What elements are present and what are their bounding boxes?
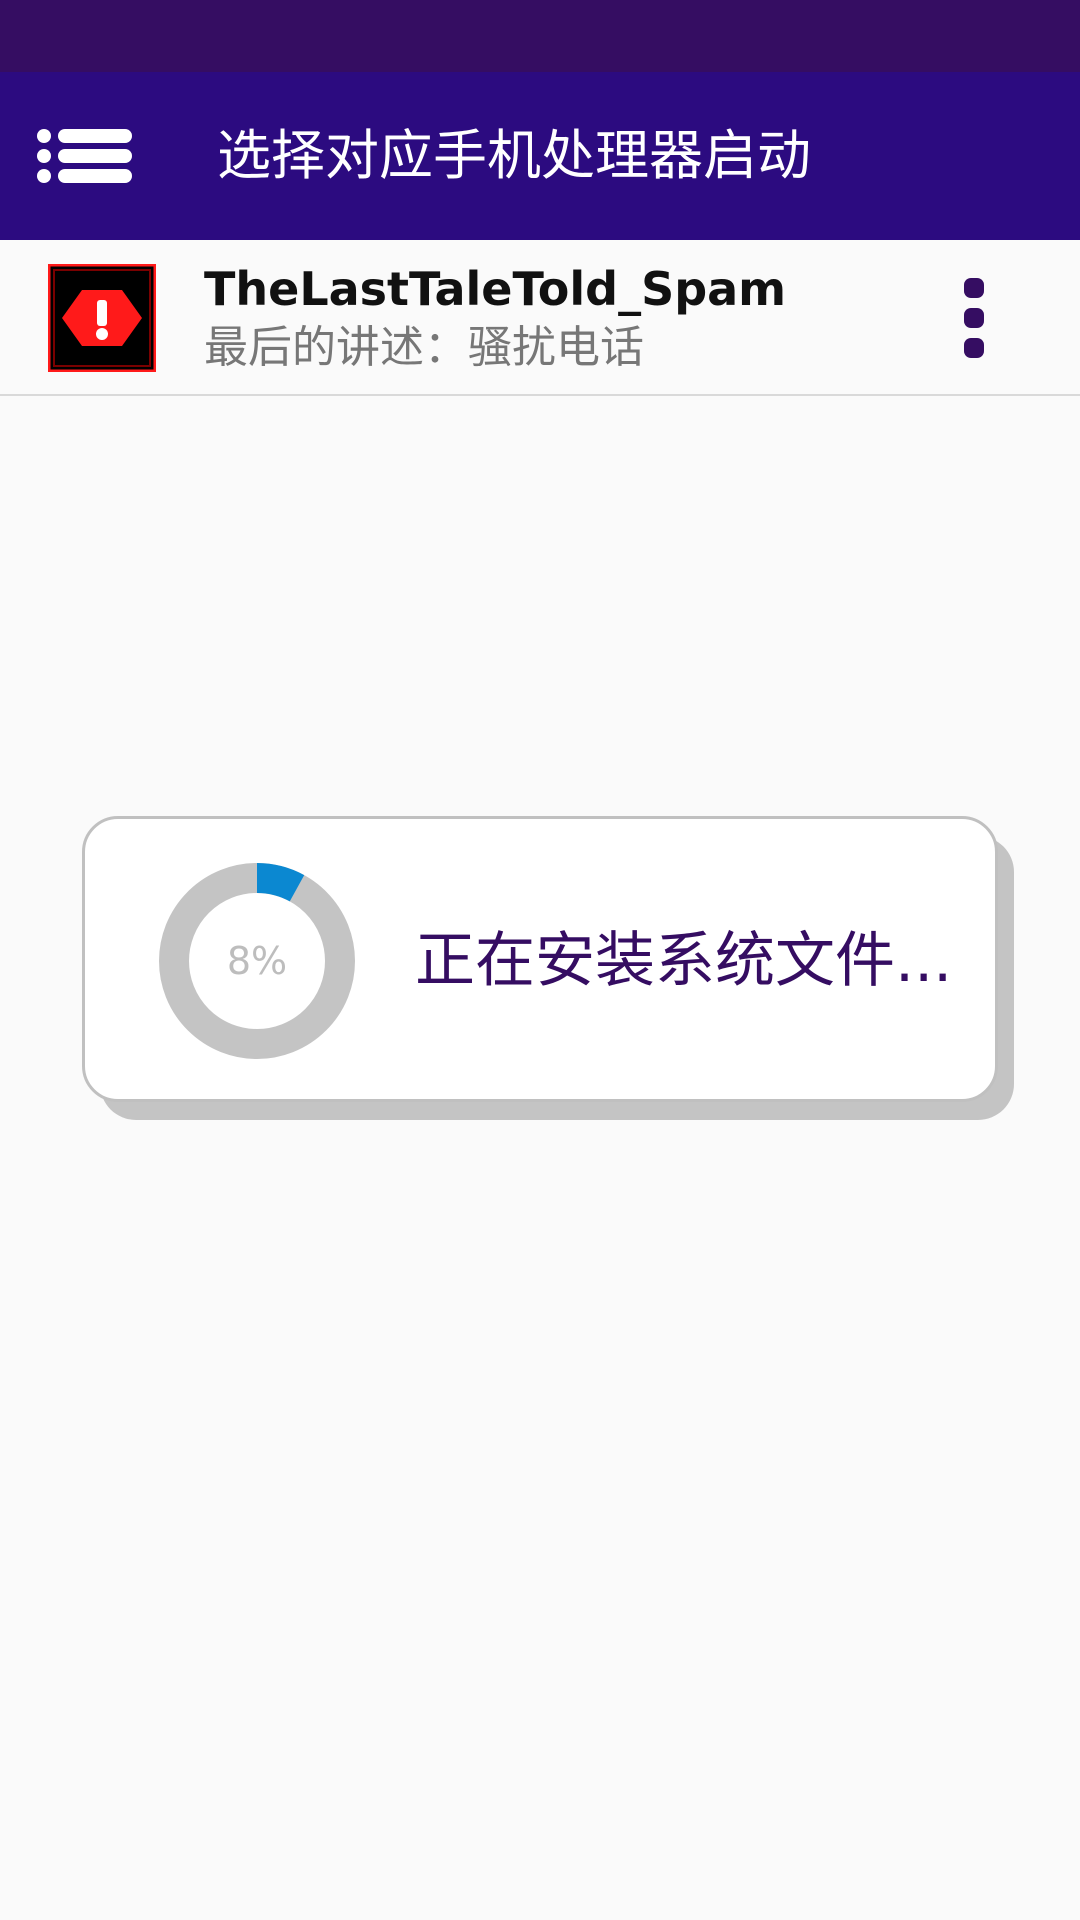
list-menu-icon (37, 129, 132, 183)
progress-dialog: 8% 正在安装系统文件... (82, 816, 998, 1102)
menu-button[interactable] (36, 110, 132, 202)
app-subtitle: 最后的讲述：骚扰电话 (204, 322, 644, 373)
more-vertical-icon (964, 278, 984, 358)
app-list-item[interactable]: TheLastTaleTold_Spam 最后的讲述：骚扰电话 (0, 240, 1080, 396)
page-title: 选择对应手机处理器启动 (217, 124, 811, 187)
app-bar: 选择对应手机处理器启动 (0, 72, 1080, 240)
overflow-menu-button[interactable] (948, 272, 1000, 368)
app-name: TheLastTaleTold_Spam (204, 262, 787, 316)
warning-hexagon-icon (48, 264, 156, 372)
dialog-message: 正在安装系统文件... (415, 926, 953, 996)
progress-percent-label: 8% (226, 939, 288, 983)
status-bar (0, 0, 1080, 72)
